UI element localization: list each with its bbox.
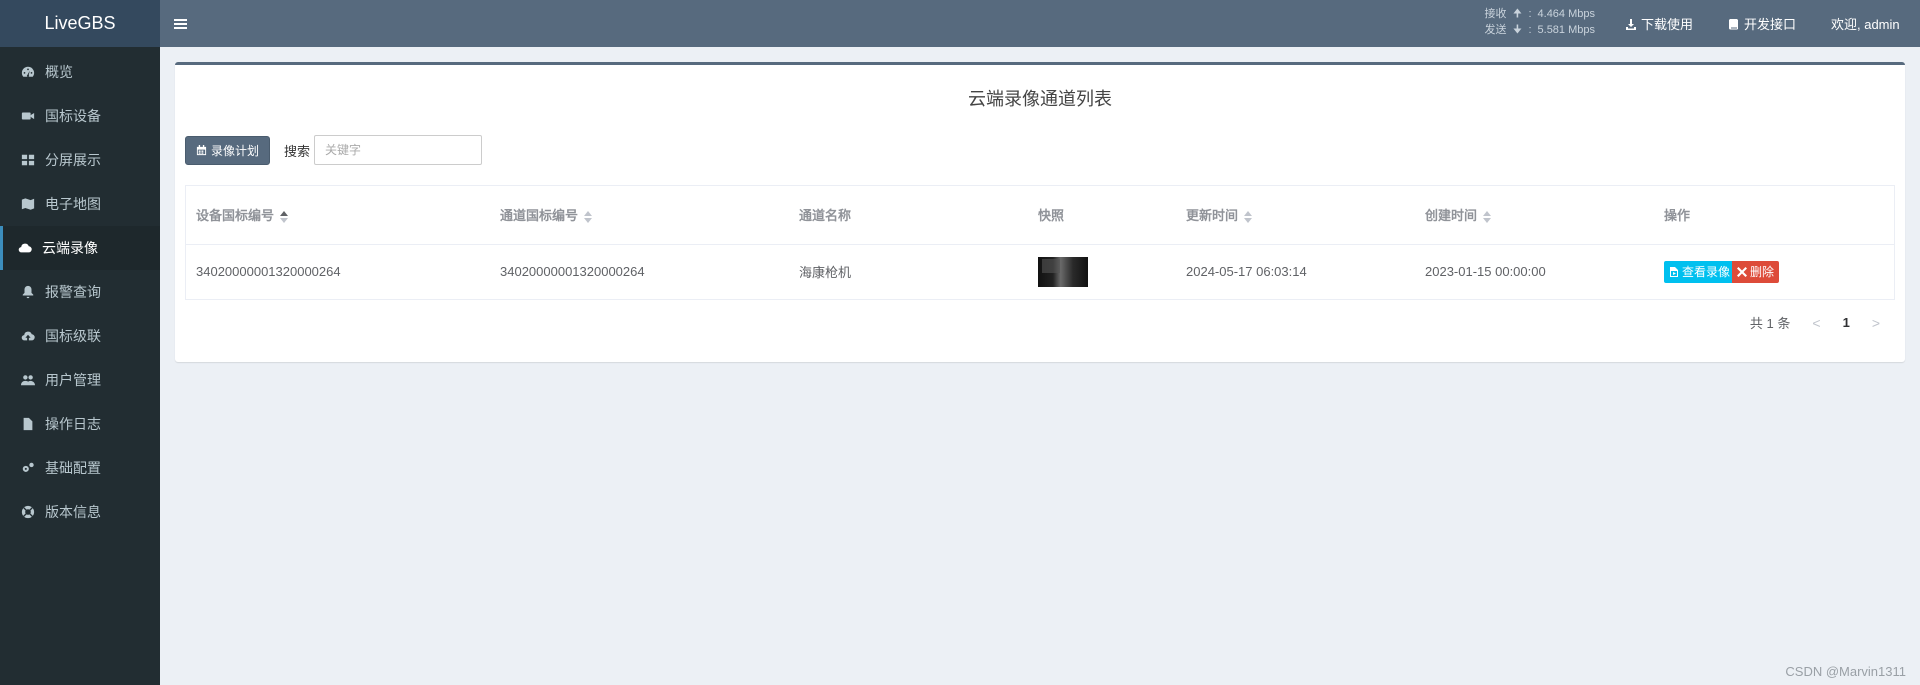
col-snapshot: 快照	[1028, 186, 1176, 245]
pager-prev-button[interactable]: <	[1812, 315, 1820, 331]
channel-name-cell: 海康枪机	[799, 265, 852, 281]
life-ring-icon	[21, 505, 35, 519]
table-header-row: 设备国标编号 通道国标编号 通道名称 快照 更新时间 创建时间 操作	[186, 186, 1894, 245]
page-title: 云端录像通道列表	[968, 89, 1112, 109]
users-icon	[21, 375, 35, 386]
sort-icon[interactable]	[280, 210, 289, 223]
bitrate-indicator: 接收 🠉 : 4.464 Mbps 发送 🠋 : 5.581 Mbps	[1484, 8, 1595, 36]
sort-icon[interactable]	[584, 210, 593, 223]
map-icon	[21, 198, 35, 210]
sidebar-item-label: 版本信息	[45, 504, 101, 520]
sidebar-item-label: 分屏展示	[45, 152, 101, 168]
channel-table: 设备国标编号 通道国标编号 通道名称 快照 更新时间 创建时间 操作 34020…	[185, 185, 1895, 300]
snapshot-cell	[1028, 244, 1176, 299]
menu-toggle-button[interactable]	[160, 0, 200, 47]
sidebar-item-label: 报警查询	[45, 284, 101, 300]
download-label: 下载使用	[1641, 17, 1694, 32]
created-time-cell: 2023-01-15 00:00:00	[1425, 264, 1546, 280]
pager-total: 共 1 条	[1749, 316, 1791, 331]
dashboard-icon	[21, 66, 35, 77]
toolbar: 录像计划 搜索	[185, 135, 483, 165]
record-plan-label: 录像计划	[211, 143, 260, 158]
col-actions: 操作	[1654, 186, 1894, 245]
search-label: 搜索	[284, 143, 311, 159]
sidebar-item-label: 概览	[45, 64, 73, 80]
top-header: 接收 🠉 : 4.464 Mbps 发送 🠋 : 5.581 Mbps 下载使用…	[160, 0, 1920, 47]
sidebar-item-overview[interactable]: 概览	[0, 50, 160, 94]
file-icon	[23, 417, 33, 431]
api-link[interactable]: 开发接口	[1728, 14, 1796, 33]
sidebar-item-operation-log[interactable]: 操作日志	[0, 402, 160, 446]
sidebar: LiveGBS 概览 国标设备 分屏展示 电子地图 云端录像 报警查询 国标级联	[0, 0, 160, 685]
sort-icon[interactable]	[1483, 210, 1492, 223]
gears-icon	[22, 462, 34, 472]
col-channel-name: 通道名称	[789, 186, 1028, 245]
sidebar-item-cloud-record[interactable]: 云端录像	[0, 226, 160, 270]
calendar-icon	[196, 144, 207, 155]
search-input[interactable]	[314, 135, 483, 165]
grid-icon	[21, 154, 35, 166]
rx-value: 4.464 Mbps	[1537, 8, 1595, 20]
sidebar-item-users[interactable]: 用户管理	[0, 358, 160, 402]
watermark: CSDN @Marvin1311	[1785, 664, 1906, 679]
app-logo[interactable]: LiveGBS	[0, 0, 160, 47]
sidebar-item-label: 国标级联	[45, 328, 101, 344]
cloud-icon	[18, 243, 32, 253]
welcome-label: 欢迎, admin	[1831, 17, 1900, 32]
download-icon	[1626, 18, 1636, 30]
sidebar-item-label: 国标设备	[45, 108, 101, 124]
book-icon	[1729, 18, 1738, 29]
table-row: 34020000001320000264 3402000000132000026…	[186, 244, 1894, 299]
delete-button[interactable]: 删除	[1732, 260, 1780, 283]
sidebar-item-cascade[interactable]: 国标级联	[0, 314, 160, 358]
hamburger-icon	[173, 18, 187, 29]
col-updated-time[interactable]: 更新时间	[1176, 186, 1415, 245]
cloud-upload-icon	[21, 331, 35, 341]
snapshot-thumbnail[interactable]	[1038, 256, 1088, 287]
rx-label: 接收	[1484, 8, 1507, 20]
close-icon	[1737, 266, 1748, 277]
pagination: 共 1 条 < 1 >	[1750, 313, 1880, 332]
view-recording-button[interactable]: 查看录像	[1664, 260, 1736, 283]
col-channel-id[interactable]: 通道国标编号	[490, 186, 789, 245]
col-device-id[interactable]: 设备国标编号	[186, 186, 490, 245]
tx-label: 发送	[1484, 24, 1507, 36]
updated-time-cell: 2024-05-17 06:03:14	[1186, 264, 1307, 280]
actions-cell: 查看录像 删除	[1654, 244, 1894, 299]
download-link[interactable]: 下载使用	[1625, 14, 1693, 33]
bell-icon	[22, 285, 34, 299]
sidebar-item-split-screen[interactable]: 分屏展示	[0, 138, 160, 182]
arrow-down-icon: 🠋	[1512, 24, 1522, 36]
pager-page-1[interactable]: 1	[1843, 315, 1850, 330]
sidebar-item-config[interactable]: 基础配置	[0, 446, 160, 490]
record-plan-button[interactable]: 录像计划	[185, 135, 271, 165]
video-camera-icon	[21, 112, 35, 120]
col-created-time[interactable]: 创建时间	[1415, 186, 1654, 245]
sidebar-item-label: 操作日志	[45, 416, 101, 432]
sidebar-item-label: 基础配置	[45, 460, 101, 476]
sort-icon[interactable]	[1244, 210, 1253, 223]
sidebar-item-map[interactable]: 电子地图	[0, 182, 160, 226]
sidebar-menu: 概览 国标设备 分屏展示 电子地图 云端录像 报警查询 国标级联 用户管理 操作…	[0, 47, 160, 534]
sidebar-item-label: 云端录像	[42, 240, 98, 256]
cloud-record-panel: 云端录像通道列表 录像计划 搜索 设备国标编号 通道国标编号 通道名称 快照 更…	[175, 62, 1905, 362]
sidebar-item-label: 用户管理	[45, 372, 101, 388]
api-label: 开发接口	[1744, 17, 1797, 32]
sidebar-item-label: 电子地图	[45, 196, 101, 212]
sidebar-item-devices[interactable]: 国标设备	[0, 94, 160, 138]
sidebar-item-version[interactable]: 版本信息	[0, 490, 160, 534]
user-menu[interactable]: 欢迎, admin	[1831, 14, 1900, 33]
app-title: LiveGBS	[44, 13, 116, 33]
sidebar-item-alarm[interactable]: 报警查询	[0, 270, 160, 314]
pager-next-button[interactable]: >	[1872, 315, 1880, 331]
file-video-icon	[1670, 266, 1678, 277]
arrow-up-icon: 🠉	[1512, 8, 1522, 20]
tx-value: 5.581 Mbps	[1537, 24, 1595, 36]
channel-id-cell: 34020000001320000264	[500, 264, 645, 280]
device-id-cell: 34020000001320000264	[196, 264, 341, 280]
